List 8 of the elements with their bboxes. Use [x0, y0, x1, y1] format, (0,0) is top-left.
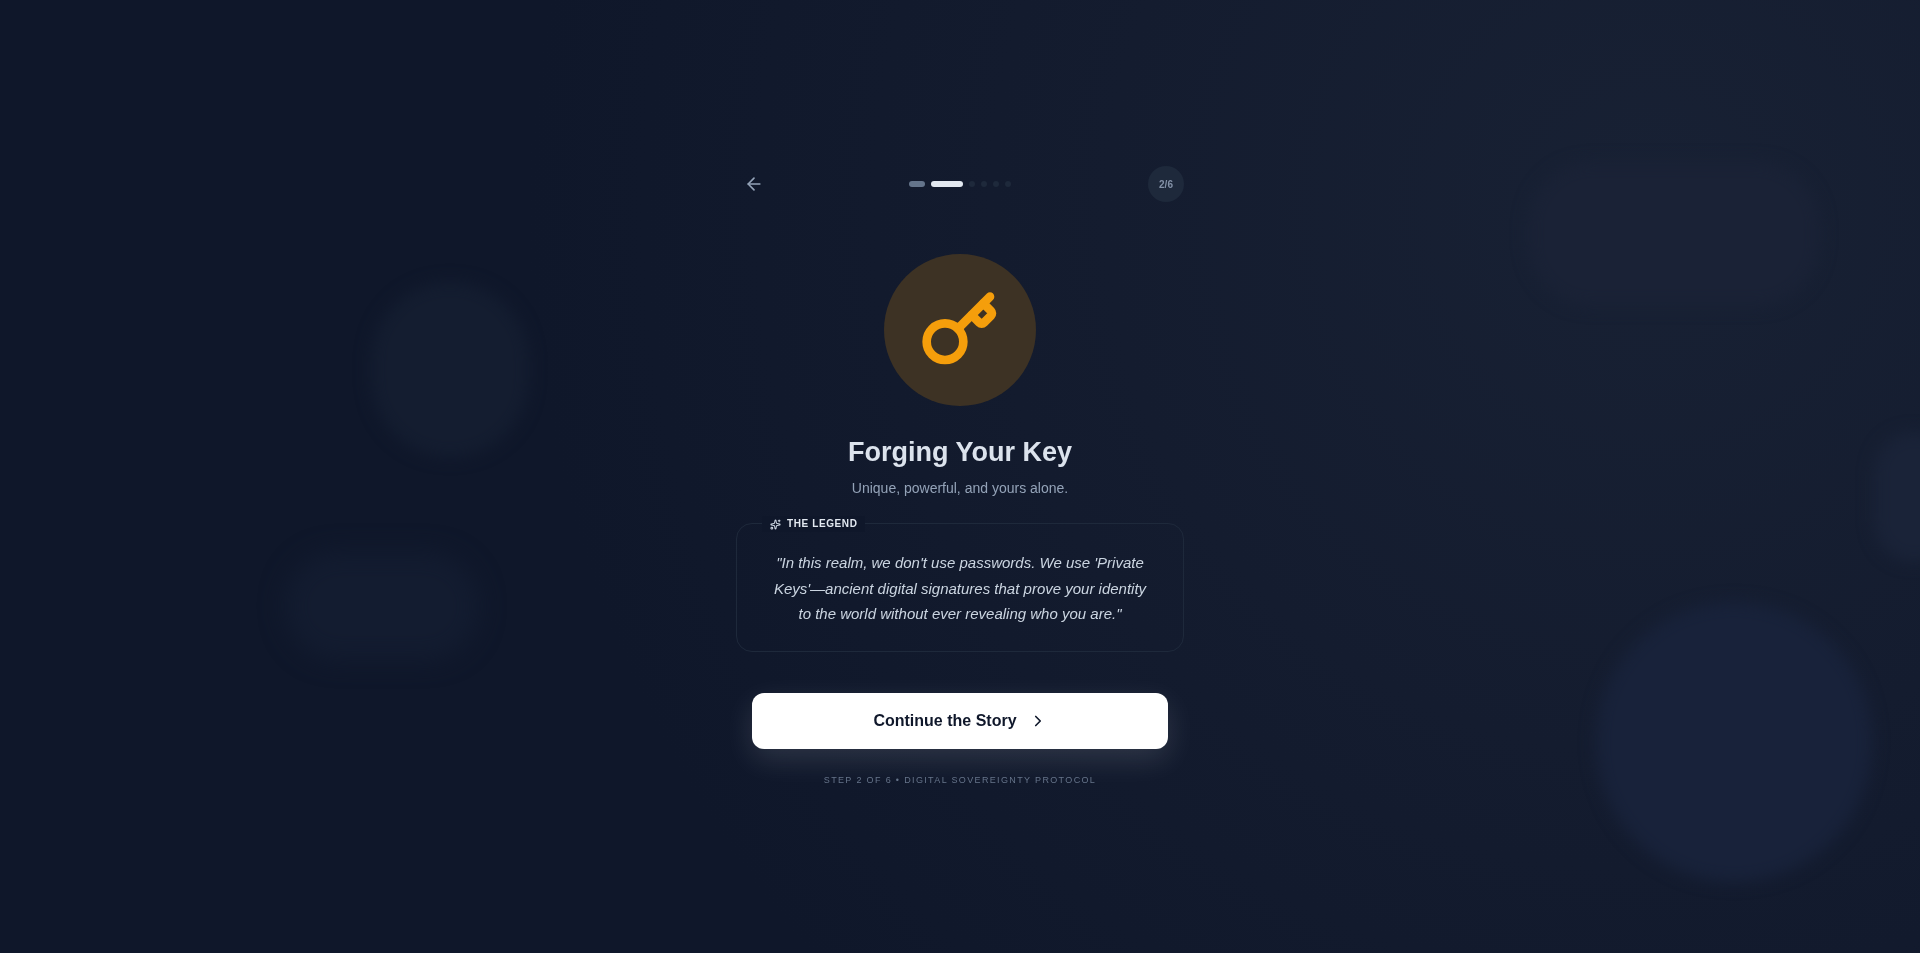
page-subtitle: Unique, powerful, and yours alone.	[851, 479, 1069, 499]
sparkles-icon	[770, 518, 781, 530]
legend-label: THE LEGEND	[787, 517, 858, 532]
step-counter: 2/6	[1148, 166, 1184, 203]
legend-quote: "In this realm, we don't use passwords. We use 'Private Keys'—ancient digital signatures that prove your identity to the world without ever revealing who you are."	[772, 553, 1148, 625]
continue-button[interactable]: Continue the Story	[752, 692, 1168, 749]
footer-text: STEP 2 OF 6 • DIGITAL SOVEREIGNTY PROTOCOL	[823, 773, 1097, 787]
page-title: Forging Your Key	[848, 436, 1072, 470]
